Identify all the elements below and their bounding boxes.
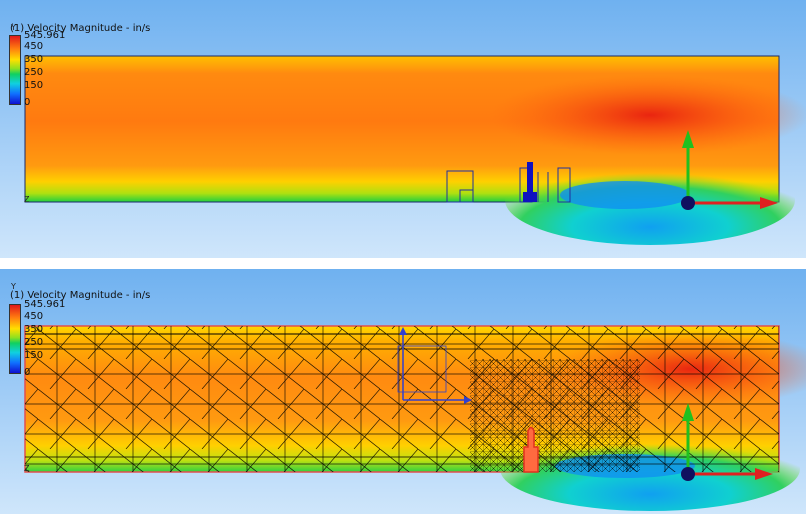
hot-zone bbox=[490, 75, 806, 155]
fine-mesh bbox=[470, 359, 640, 472]
mesh-canvas[interactable] bbox=[0, 269, 806, 514]
legend-tick-150: 150 bbox=[24, 80, 44, 91]
legend-color-bar bbox=[9, 35, 21, 105]
legend-tick-350: 350 bbox=[24, 54, 44, 65]
velocity-contour-view[interactable]: Y (1) Velocity Magnitude - in/s 545.961 … bbox=[0, 0, 806, 258]
origin-marker bbox=[681, 467, 695, 481]
legend-tick-250: 250 bbox=[24, 337, 44, 348]
mesh-contour-view[interactable]: Y (1) Velocity Magnitude - in/s 545.961 … bbox=[0, 269, 806, 514]
legend-tick-450: 450 bbox=[24, 41, 44, 52]
legend-tick-150: 150 bbox=[24, 350, 44, 361]
view-separator bbox=[0, 258, 806, 269]
contour-canvas[interactable] bbox=[0, 0, 806, 258]
legend-tick-max: 545.961 bbox=[24, 299, 66, 310]
wake-zone-inner bbox=[560, 181, 690, 209]
axis-z-label: Z bbox=[24, 464, 30, 473]
axis-z-label: Z bbox=[24, 195, 30, 204]
legend-tick-350: 350 bbox=[24, 324, 44, 335]
legend-tick-0: 0 bbox=[24, 367, 31, 378]
legend-color-bar bbox=[9, 304, 21, 374]
legend-tick-0: 0 bbox=[24, 97, 31, 108]
legend-tick-250: 250 bbox=[24, 67, 44, 78]
coarse-mesh bbox=[25, 326, 779, 472]
legend-tick-max: 545.961 bbox=[24, 30, 66, 41]
legend-tick-450: 450 bbox=[24, 311, 44, 322]
origin-marker bbox=[681, 196, 695, 210]
